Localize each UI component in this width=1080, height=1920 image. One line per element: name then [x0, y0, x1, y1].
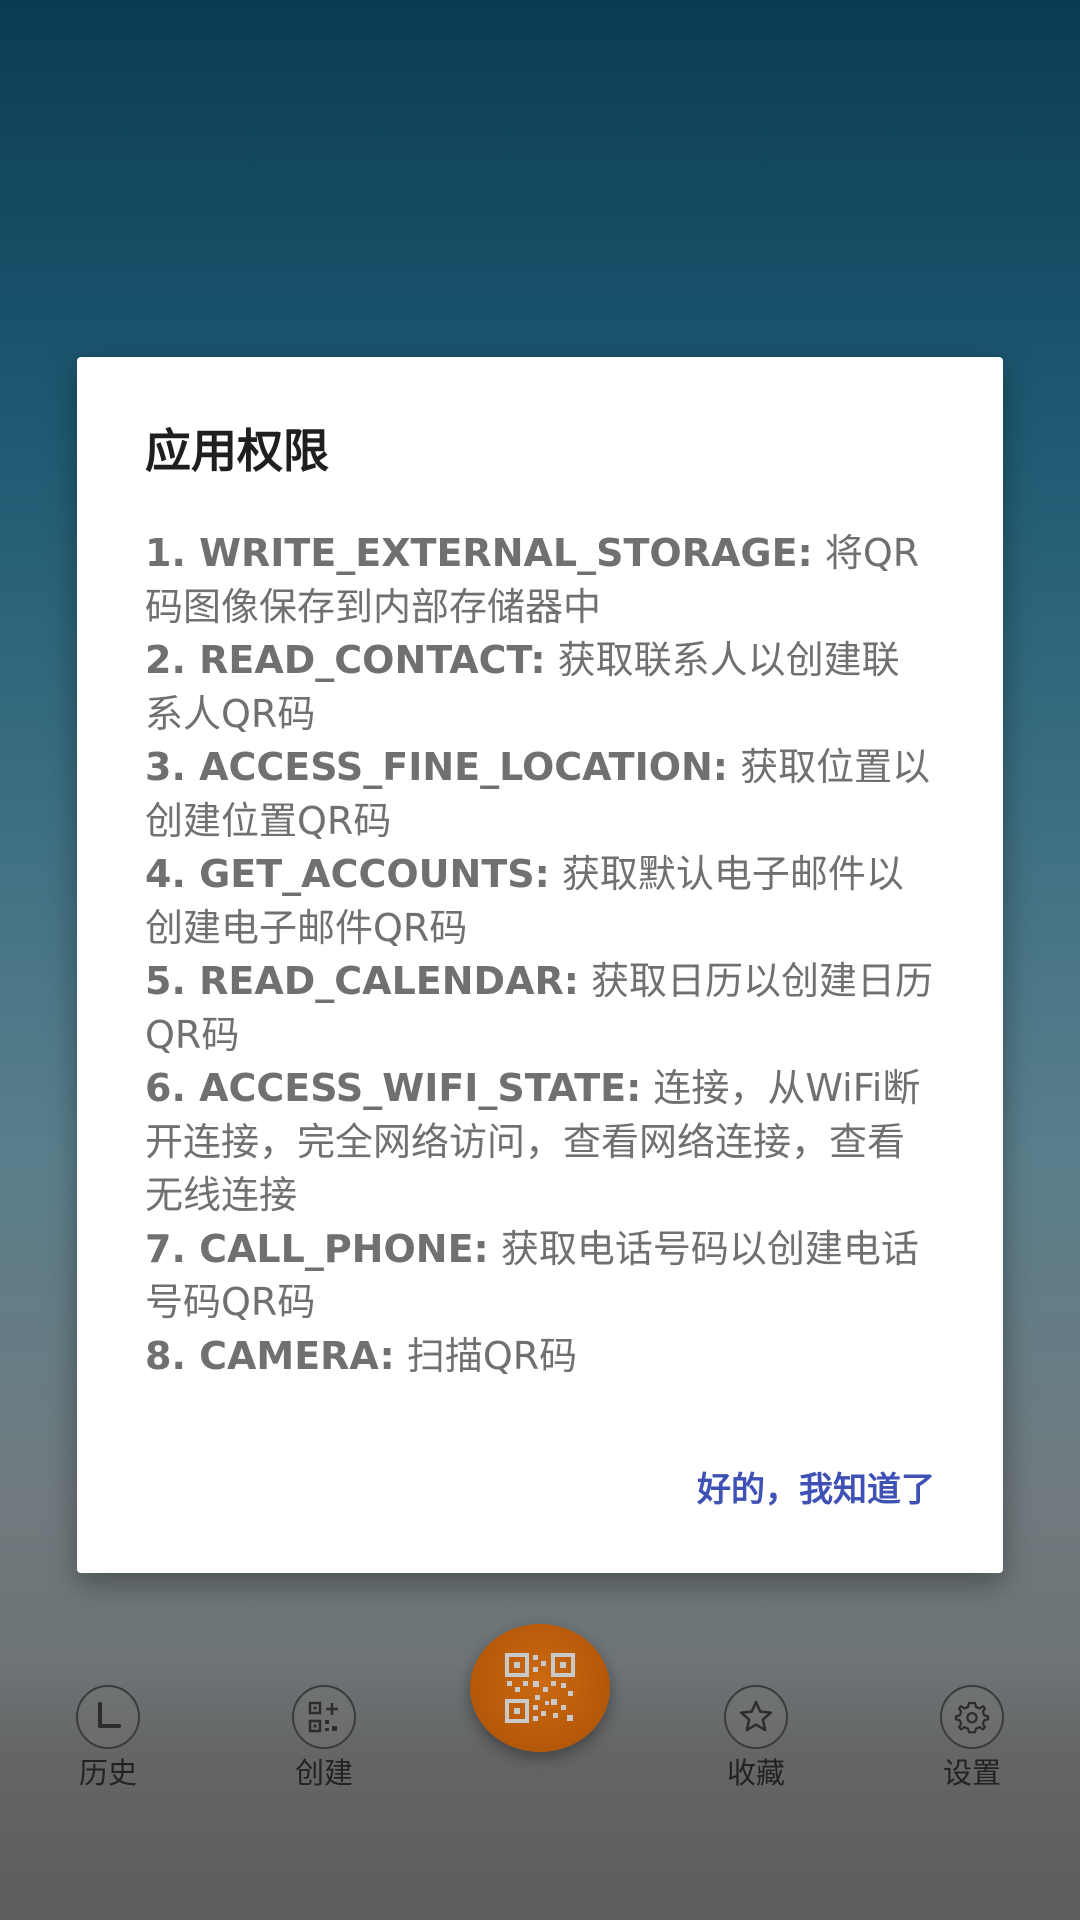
gear-icon	[940, 1685, 1004, 1749]
app-screen: 历史 创建 收藏 设置 应用权限 1. WRITE_EXTERNAL_STORA…	[0, 0, 1080, 1920]
qr-scan-icon	[505, 1653, 575, 1723]
permission-item: 5. READ_CALENDAR: 获取日历以创建日历QR码	[145, 955, 935, 1062]
permission-item: 6. ACCESS_WIFI_STATE: 连接，从WiFi断开连接，完全网络访…	[145, 1062, 935, 1223]
permission-key: 5. READ_CALENDAR:	[145, 959, 579, 1003]
permission-key: 8. CAMERA:	[145, 1333, 395, 1378]
nav-label-favorites: 收藏	[726, 1756, 785, 1790]
permission-item: 1. WRITE_EXTERNAL_STORAGE: 将QR码图像保存到内部存储…	[145, 527, 935, 634]
permission-item: 3. ACCESS_FINE_LOCATION: 获取位置以创建位置QR码	[145, 741, 935, 848]
permission-desc: 扫描QR码	[394, 1333, 578, 1378]
nav-label-history: 历史	[78, 1756, 137, 1790]
nav-item-settings[interactable]: 设置	[902, 1685, 1042, 1805]
nav-item-favorites[interactable]: 收藏	[686, 1685, 826, 1805]
permission-key: 2. READ_CONTACT:	[145, 638, 546, 682]
permission-item: 4. GET_ACCOUNTS: 获取默认电子邮件以创建电子邮件QR码	[145, 848, 935, 955]
scan-qr-button[interactable]	[470, 1624, 610, 1752]
permission-item: 8. CAMERA: 扫描QR码	[145, 1330, 935, 1384]
nav-label-create: 创建	[294, 1756, 353, 1790]
nav-item-history[interactable]: 历史	[38, 1685, 178, 1805]
dialog-title: 应用权限	[145, 424, 329, 478]
permission-key: 7. CALL_PHONE:	[145, 1226, 489, 1271]
permissions-dialog: 应用权限 1. WRITE_EXTERNAL_STORAGE: 将QR码图像保存…	[77, 357, 1003, 1573]
nav-label-settings: 设置	[942, 1756, 1001, 1790]
qr-create-icon	[292, 1685, 356, 1749]
clock-icon	[76, 1685, 140, 1749]
permission-item: 7. CALL_PHONE: 获取电话号码以创建电话号码QR码	[145, 1223, 935, 1330]
permission-key: 4. GET_ACCOUNTS:	[145, 852, 550, 896]
permission-item: 2. READ_CONTACT: 获取联系人以创建联系人QR码	[145, 634, 935, 741]
nav-item-create[interactable]: 创建	[254, 1685, 394, 1805]
permission-list: 1. WRITE_EXTERNAL_STORAGE: 将QR码图像保存到内部存储…	[145, 527, 935, 1383]
acknowledge-button[interactable]: 好的，我知道了	[697, 1454, 935, 1519]
permission-key: 3. ACCESS_FINE_LOCATION:	[145, 745, 729, 789]
permission-key: 1. WRITE_EXTERNAL_STORAGE:	[145, 531, 813, 575]
permission-key: 6. ACCESS_WIFI_STATE:	[145, 1066, 642, 1110]
star-icon	[724, 1685, 788, 1749]
